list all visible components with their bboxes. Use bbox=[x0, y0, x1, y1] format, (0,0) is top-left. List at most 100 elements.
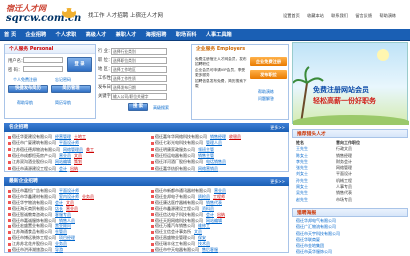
company-link[interactable]: 宿迁万隆汽车销售公司 bbox=[155, 223, 195, 228]
link-feedback[interactable]: 留言反馈 bbox=[355, 13, 372, 18]
job-link[interactable]: 网站编辑 bbox=[206, 218, 222, 223]
job-link[interactable]: 文员 bbox=[194, 229, 202, 234]
company-link[interactable]: 宿迁华夏建设有限公司 bbox=[12, 134, 52, 139]
username-input[interactable] bbox=[23, 57, 63, 63]
nav-senior-talent[interactable]: 高级人才 bbox=[82, 29, 111, 41]
job-link[interactable]: 仓管员 bbox=[55, 229, 67, 234]
talent-name[interactable]: 孙先生 bbox=[296, 178, 308, 183]
company-link[interactable]: 宿迁洋河酒厂股份有限公司 bbox=[155, 159, 203, 164]
nav-hr-tools[interactable]: 人事工具箱 bbox=[202, 29, 236, 41]
industry-select[interactable]: 选择行业类别 bbox=[111, 48, 167, 55]
nav-company-jobs[interactable]: 企业招聘 bbox=[21, 29, 50, 41]
company-link[interactable]: 宿迁市嘉恒广告有限公司 bbox=[12, 188, 56, 193]
job-link[interactable]: 业务员 bbox=[82, 194, 94, 199]
nav-job-seeking[interactable]: 个人求职 bbox=[52, 29, 81, 41]
talent-name[interactable]: 陈女士 bbox=[296, 153, 308, 158]
job-link[interactable]: 平面设计师 bbox=[59, 140, 79, 145]
employer-help-link[interactable]: 帮助演练 bbox=[258, 89, 274, 95]
job-link[interactable]: 文员 bbox=[66, 200, 74, 205]
company-link[interactable]: 宿迁市博远装饰工程公司 bbox=[12, 235, 56, 240]
company-link[interactable]: 宿迁天阳网络科技有限公司 bbox=[155, 218, 203, 223]
job-link[interactable]: 会计 bbox=[59, 166, 67, 171]
job-link[interactable]: 客服专员 bbox=[55, 212, 71, 217]
job-link[interactable]: 管理人员 bbox=[206, 140, 222, 145]
company-link[interactable]: 宿迁市广厦建筑有限公司 bbox=[12, 140, 56, 145]
link-bookmark[interactable]: 收藏本站 bbox=[307, 13, 324, 18]
company-link[interactable]: 宿迁明康家政服务公司 bbox=[155, 147, 195, 152]
company-link[interactable]: 宿迁康达医疗器械有限公司 bbox=[155, 200, 203, 205]
job-link[interactable]: 网络管理员 bbox=[63, 147, 83, 152]
job-link[interactable]: 维修工 bbox=[198, 223, 210, 228]
company-link[interactable]: 宿迁立信会计事务所 bbox=[155, 229, 191, 234]
post-job-button[interactable]: 发布职位 bbox=[250, 70, 287, 79]
talent-name[interactable]: 吴先生 bbox=[296, 190, 308, 195]
job-link[interactable]: 导游 bbox=[55, 247, 63, 252]
promo-banner[interactable]: 免费注册网站会员 轻松高薪一份好职务 bbox=[292, 42, 409, 125]
job-link[interactable]: 网站编辑 bbox=[55, 159, 71, 164]
job-link[interactable]: 资料员 bbox=[202, 206, 214, 211]
area-select[interactable]: 选择工作地区 bbox=[111, 66, 167, 73]
job-link[interactable]: 店长 bbox=[55, 206, 63, 211]
job-link[interactable]: 室内设计师 bbox=[59, 194, 79, 199]
position-select[interactable]: 选择职位类别 bbox=[111, 57, 167, 64]
job-link[interactable]: 保安 bbox=[198, 235, 206, 240]
quick-resume-button[interactable]: 快捷发布简历 bbox=[8, 85, 48, 93]
nav-career-wiki[interactable]: 职场百科 bbox=[172, 29, 201, 41]
job-link[interactable]: 销售经理 bbox=[210, 134, 226, 139]
company-link[interactable]: 宿迁市嘉诚服饰有限公司 bbox=[12, 218, 56, 223]
job-link[interactable]: 营业员 bbox=[66, 206, 78, 211]
company-link[interactable]: 宿迁恒运电器有限公司 bbox=[155, 153, 195, 158]
job-link[interactable]: 出纳 bbox=[70, 166, 78, 171]
company-link[interactable]: 宿迁嘉华纺织有限公司 bbox=[155, 166, 195, 171]
company-link[interactable]: 江苏双沟酒业股份公司 bbox=[12, 159, 52, 164]
forgot-link[interactable]: 忘记密码 bbox=[55, 77, 71, 83]
talent-name[interactable]: 刘女士 bbox=[296, 171, 308, 176]
job-link[interactable]: 收银员 bbox=[229, 134, 241, 139]
job-link[interactable]: 策划 bbox=[74, 159, 82, 164]
company-link[interactable]: 宿迁智诚教育咨询公司 bbox=[12, 212, 52, 217]
company-link[interactable]: 宿迁海天商贸有限公司 bbox=[12, 206, 52, 211]
link-set-home[interactable]: 设置首页 bbox=[283, 13, 300, 18]
job-link[interactable]: 土地工 bbox=[74, 134, 86, 139]
company-link[interactable]: 宿迁华宇物流有限公司 bbox=[12, 200, 52, 205]
company-link[interactable]: 江苏海通食品有限公司 bbox=[12, 229, 52, 234]
resume-nav-link[interactable]: 简历导航 bbox=[55, 100, 71, 106]
talent-name[interactable]: 李先生 bbox=[296, 159, 308, 164]
job-link[interactable]: 美工 bbox=[86, 147, 94, 152]
employer-faq-link[interactable]: 问题解答 bbox=[258, 96, 274, 102]
help-nav-link[interactable]: 帮助导航 bbox=[17, 100, 33, 106]
company-link[interactable]: 宿迁七彩光电科技有限公司 bbox=[155, 140, 203, 145]
talent-name[interactable]: 赵先生 bbox=[296, 197, 308, 202]
job-link[interactable]: 销售主管 bbox=[198, 153, 214, 158]
job-link[interactable]: 质检员 bbox=[198, 194, 210, 199]
company-link[interactable]: 宿迁市华鑫建材有限公司 bbox=[12, 194, 56, 199]
worktype-select[interactable]: 选择工作性质 bbox=[111, 75, 167, 82]
nav-part-time[interactable]: 兼职人才 bbox=[112, 29, 141, 41]
company-link[interactable]: 宿迁市新都市通讯器材有限公司 bbox=[155, 188, 211, 193]
company-link[interactable]: 宿迁宏盛置业有限公司 bbox=[12, 223, 52, 228]
link-contact[interactable]: 联系我们 bbox=[331, 13, 348, 18]
job-link[interactable]: 技术员 bbox=[198, 241, 210, 246]
company-link[interactable]: 宿迁市成都恒苑房产公司 bbox=[12, 153, 56, 158]
company-link[interactable]: 宿迁瑞丰化工有限公司 bbox=[155, 241, 195, 246]
job-link[interactable]: 电话销售员 bbox=[206, 159, 226, 164]
register-link[interactable]: 个人免费注册 bbox=[13, 77, 37, 83]
company-link[interactable]: 宿迁市鑫源建设工程公司 bbox=[155, 206, 199, 211]
password-input[interactable] bbox=[23, 66, 63, 72]
job-link[interactable]: 会计 bbox=[206, 212, 214, 217]
login-button[interactable]: 登 录 bbox=[67, 57, 92, 72]
job-link[interactable]: 业务员 bbox=[55, 241, 67, 246]
company-link[interactable]: 江苏宿迁德邦物流有限公司 bbox=[12, 147, 60, 152]
job-link[interactable]: 销售代表 bbox=[206, 200, 222, 205]
job-link[interactable]: 经营管理 bbox=[55, 134, 71, 139]
job-link[interactable]: 领班主管 bbox=[198, 147, 214, 152]
job-link[interactable]: 网络营销员 bbox=[198, 166, 218, 171]
date-select[interactable]: 选择发布日期 bbox=[111, 84, 167, 91]
company-link[interactable]: 宿迁金邦电子有限公司 bbox=[155, 194, 195, 199]
nav-poster-jobs[interactable]: 海报招聘 bbox=[142, 29, 171, 41]
job-link[interactable]: 工程师 bbox=[213, 194, 225, 199]
resume-manage-button[interactable]: 简历管理 bbox=[51, 85, 91, 93]
job-link[interactable]: 销售人员 bbox=[59, 218, 75, 223]
company-link[interactable]: 江苏苏北花卉股份公司 bbox=[12, 241, 52, 246]
employer-register-button[interactable]: 企业免费注册 bbox=[250, 57, 287, 66]
